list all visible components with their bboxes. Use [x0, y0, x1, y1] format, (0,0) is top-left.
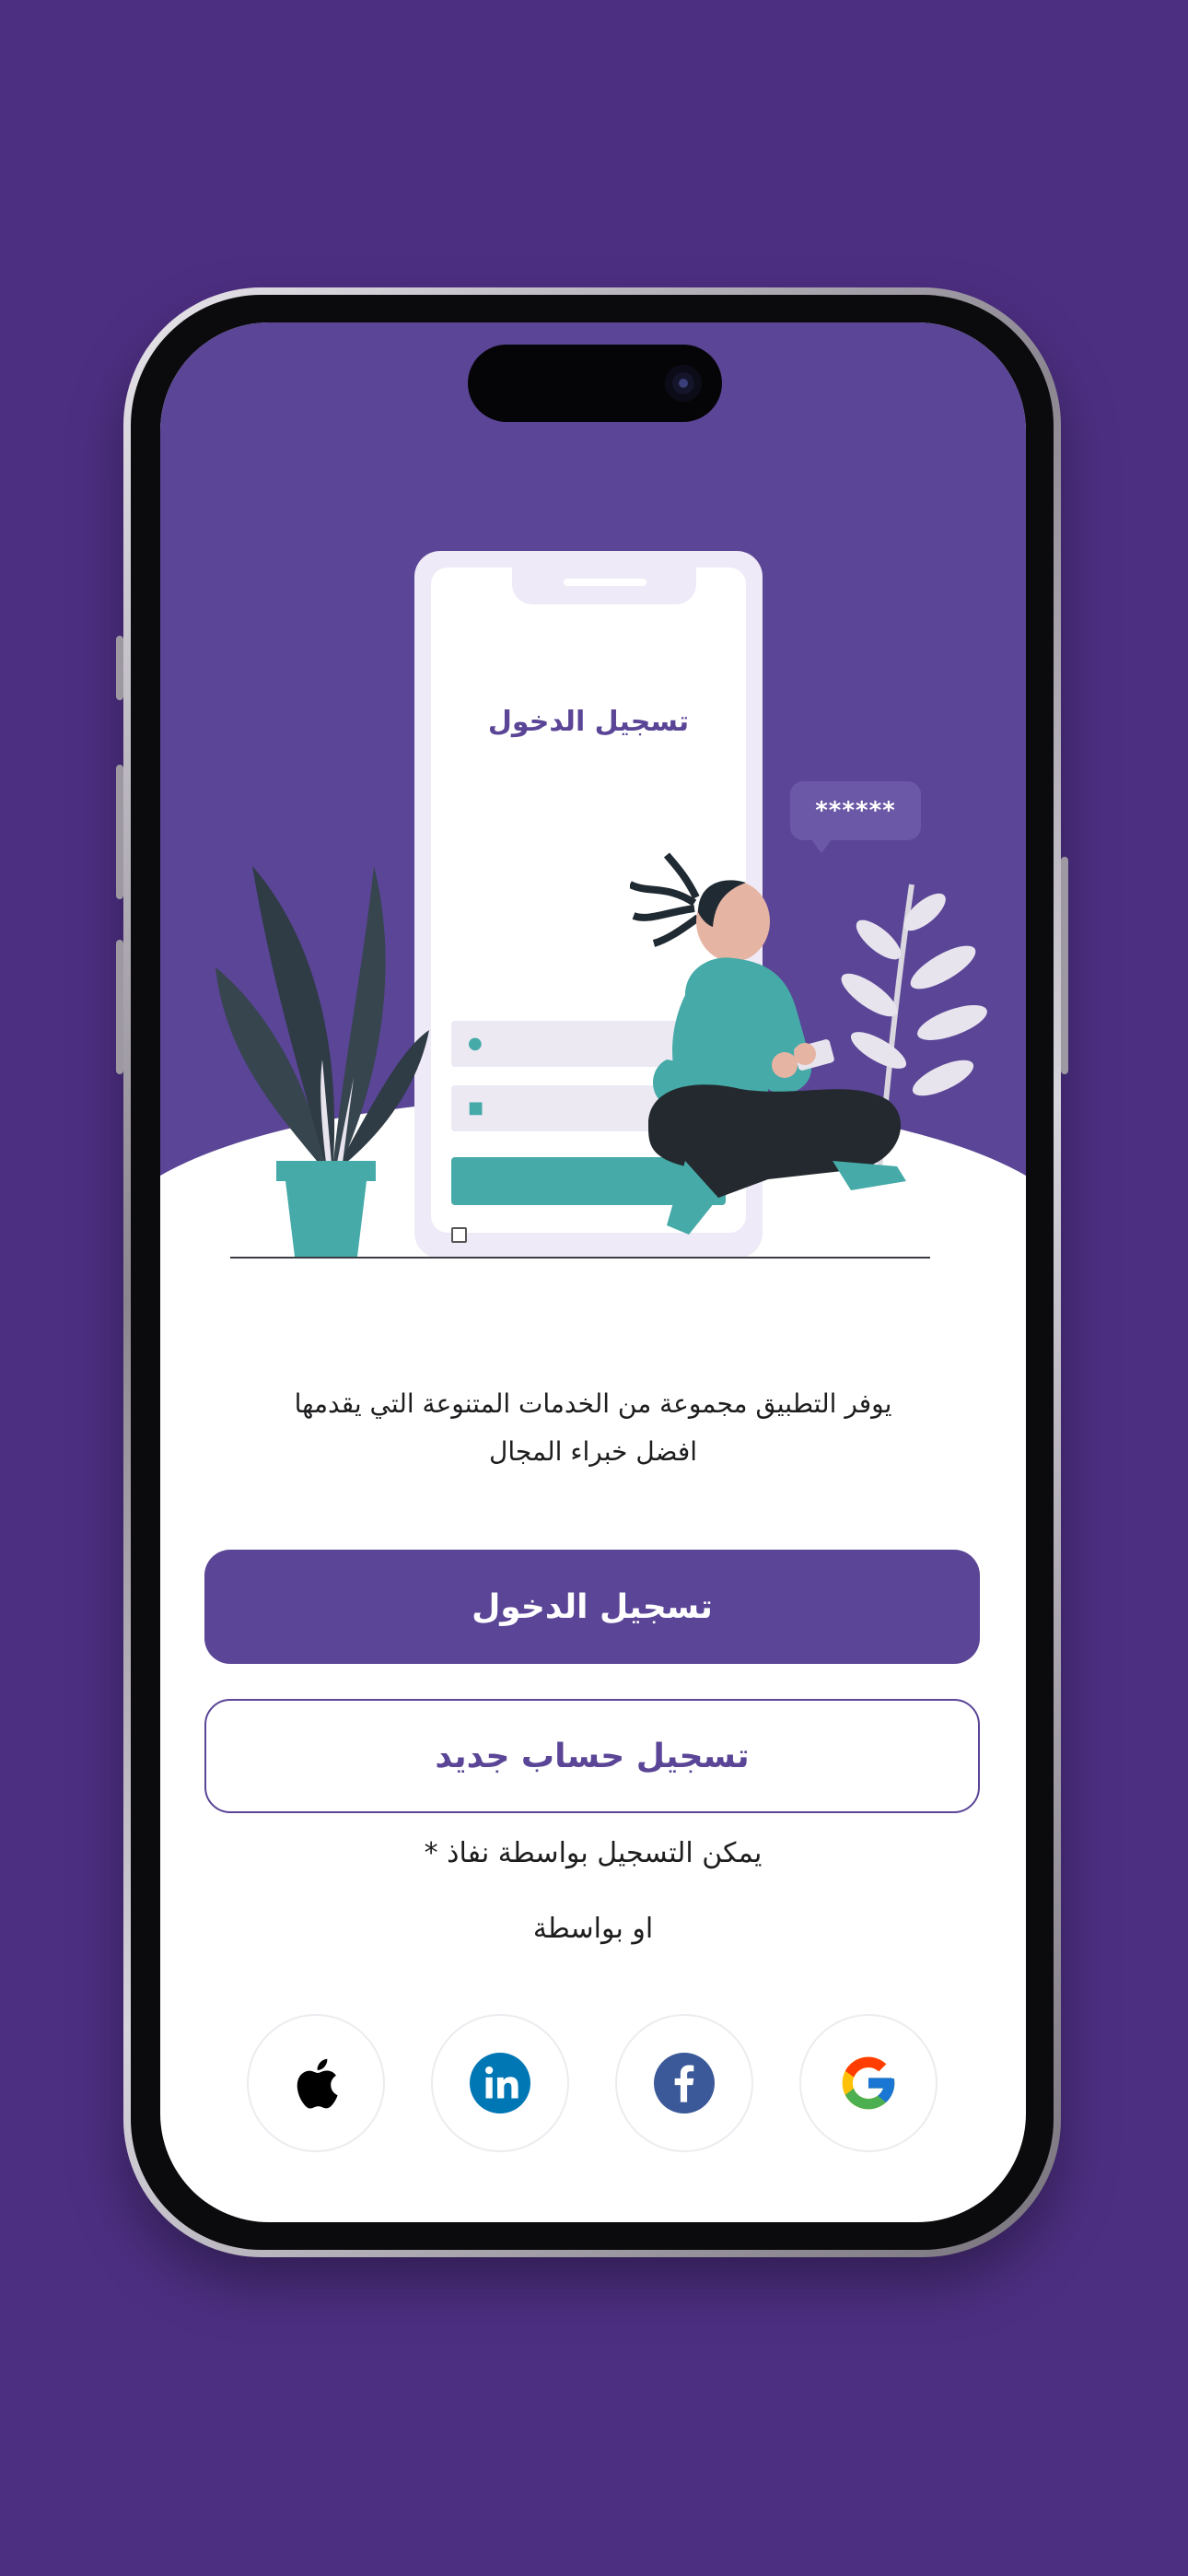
plant-illustration — [215, 866, 429, 1257]
action-button — [116, 636, 123, 700]
linkedin-login-button[interactable] — [431, 2014, 569, 2152]
password-bubble: ****** — [790, 781, 921, 853]
nafath-note: يمكن التسجيل بواسطة نفاذ * — [424, 1837, 763, 1869]
person-illustration — [630, 852, 906, 1235]
or-label: او بواسطة — [532, 1913, 654, 1945]
facebook-icon — [654, 2053, 715, 2113]
power-button — [1061, 857, 1068, 1074]
intro-line-1: يوفر التطبيق مجموعة من الخدمات المتنوعة … — [294, 1388, 892, 1419]
intro-text: يوفر التطبيق مجموعة من الخدمات المتنوعة … — [252, 1380, 934, 1476]
illustration-checkbox — [451, 1227, 467, 1243]
lock-icon: ■ — [468, 1098, 484, 1118]
intro-line-2: افضل خبراء المجال — [488, 1436, 698, 1467]
ground-line — [230, 1257, 930, 1259]
illustration-login-title: تسجيل الدخول — [487, 706, 690, 738]
register-button[interactable]: تسجيل حساب جديد — [204, 1699, 980, 1813]
linkedin-icon — [470, 2053, 530, 2113]
hero-illustration: تسجيل الدخول ● ■ ****** — [160, 322, 1026, 1336]
google-login-button[interactable] — [799, 2014, 938, 2152]
volume-up-button — [116, 765, 123, 899]
social-login-row — [247, 2014, 938, 2154]
user-icon: ● — [468, 1034, 483, 1053]
apple-icon — [297, 2058, 338, 2109]
apple-login-button[interactable] — [247, 2014, 385, 2152]
facebook-login-button[interactable] — [615, 2014, 753, 2152]
google-icon — [842, 2056, 895, 2110]
app-screen: تسجيل الدخول ● ■ ****** يوفر التطبيق مجم… — [160, 322, 1026, 2222]
login-button[interactable]: تسجيل الدخول — [204, 1550, 980, 1664]
volume-down-button — [116, 940, 123, 1074]
illustration-notch — [512, 568, 696, 604]
